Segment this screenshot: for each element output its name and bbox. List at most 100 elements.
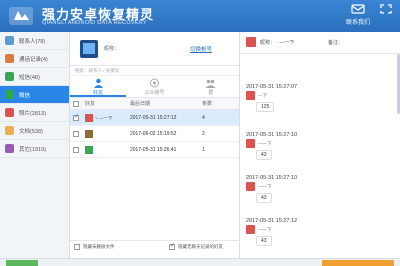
avatar bbox=[85, 145, 93, 154]
sidebar-item-call-log[interactable]: 通话记录(4) bbox=[0, 50, 69, 68]
title-bar: 强力安卓恢复精灵 QIANGLI ANDROID DATA RECOVERY 联… bbox=[0, 0, 400, 32]
fullscreen-icon bbox=[380, 4, 392, 14]
message-bubble: 43 bbox=[256, 150, 272, 160]
account-name: 昵称： bbox=[104, 46, 120, 52]
app-window: 强力安卓恢复精灵 QIANGLI ANDROID DATA RECOVERY 联… bbox=[0, 0, 400, 266]
last-date-cell: 2017-05-31 15:27:12 bbox=[130, 114, 177, 121]
chat-message: 2017-05-31 15:27:10 —一下 43 bbox=[240, 132, 400, 160]
category-sidebar: 联系人(78) 通话记录(4) 短信(48) 微信 照片(2813) 文档(53… bbox=[0, 32, 70, 266]
chat-message: 2017-05-31 15:27:10 —一下 43 bbox=[240, 175, 400, 203]
app-logo-icon bbox=[9, 7, 33, 25]
chat-message: 2017-05-31 15:27:12 —一下 43 bbox=[240, 218, 400, 246]
sidebar-item-label: 文档(538) bbox=[19, 128, 43, 135]
phone-icon bbox=[80, 40, 98, 58]
column-header-friend: 好友 bbox=[85, 101, 96, 107]
contact-us-label: 联系我们 bbox=[345, 20, 370, 26]
tab-groups[interactable]: 群 bbox=[183, 76, 239, 97]
message-bubble: 125 bbox=[256, 102, 275, 112]
count-cell: 1 bbox=[202, 146, 205, 153]
tab-label: 好友 bbox=[93, 90, 104, 96]
remark-label: 备注： bbox=[328, 40, 344, 46]
sidebar-item-documents[interactable]: 文档(538) bbox=[0, 122, 69, 140]
sender-name: —一下 bbox=[258, 227, 272, 232]
friend-tabs: 好友 公众账号 群 bbox=[70, 76, 239, 98]
hide-deleted-option[interactable]: 隐藏未删除文件 bbox=[70, 243, 165, 250]
last-date-cell: 2017-05-31 15:26:41 bbox=[130, 146, 177, 153]
friend-list-pane: 昵称： 切换帐号 搜索：联系人 / 关键词 好友 公众账号 群 好友 最后日期 … bbox=[70, 32, 240, 266]
avatar bbox=[246, 37, 256, 47]
avatar bbox=[85, 129, 93, 138]
avatar bbox=[85, 113, 93, 122]
bottom-action-bar bbox=[0, 258, 400, 266]
fullscreen-button[interactable] bbox=[372, 3, 400, 29]
avatar bbox=[246, 91, 255, 100]
sender-name: —下 bbox=[258, 93, 267, 98]
hide-no-chat-label: 隐藏无聊天记录的好友 bbox=[178, 243, 223, 249]
sidebar-item-label: 微信 bbox=[19, 92, 31, 99]
sidebar-item-photos[interactable]: 照片(2813) bbox=[0, 104, 69, 122]
table-row[interactable]: 2017-05-31 15:26:41 1 bbox=[70, 142, 239, 158]
message-bubble: 43 bbox=[256, 236, 272, 246]
chat-message: 2017-05-31 15:27:07 —下 125 bbox=[240, 84, 400, 112]
hide-no-chat-option[interactable]: 隐藏无聊天记录的好友 bbox=[165, 242, 223, 250]
search-input[interactable]: 搜索：联系人 / 关键词 bbox=[70, 66, 239, 76]
table-row[interactable]: ~ —一下 2017-05-31 15:27:12 4 bbox=[70, 110, 239, 126]
sender-name: —一下 bbox=[258, 184, 272, 189]
sidebar-item-other[interactable]: 其它(1919) bbox=[0, 140, 69, 158]
sidebar-item-label: 通话记录(4) bbox=[19, 56, 48, 63]
tab-friends[interactable]: 好友 bbox=[70, 76, 127, 97]
column-header-last-date: 最后日期 bbox=[130, 101, 151, 107]
contacts-icon bbox=[5, 36, 14, 45]
tab-official-accounts[interactable]: 公众账号 bbox=[126, 76, 182, 97]
avatar bbox=[246, 182, 255, 191]
official-account-icon bbox=[149, 78, 159, 88]
message-bubble: 43 bbox=[256, 193, 272, 203]
friend-name: ~ —一下 bbox=[95, 114, 113, 120]
count-cell: 2 bbox=[202, 130, 205, 137]
nickname-field: 昵称： · —一下 bbox=[260, 39, 294, 46]
sidebar-item-wechat[interactable]: 微信 bbox=[0, 86, 69, 104]
count-cell: 4 bbox=[202, 114, 205, 121]
contact-info-bar: 昵称： · —一下 备注： bbox=[240, 32, 400, 54]
avatar bbox=[246, 139, 255, 148]
row-checkbox[interactable] bbox=[73, 146, 79, 153]
chat-detail-pane: 昵称： · —一下 备注： 2017-05-31 15:27:07 —下 125… bbox=[240, 32, 400, 266]
nickname-value: · —一下 bbox=[276, 40, 295, 46]
group-icon bbox=[205, 79, 216, 88]
sidebar-item-sms[interactable]: 短信(48) bbox=[0, 68, 69, 86]
other-icon bbox=[5, 144, 14, 153]
back-button[interactable] bbox=[6, 260, 38, 266]
sms-icon bbox=[5, 72, 14, 81]
nickname-label: 昵称： bbox=[260, 40, 276, 46]
row-checkbox[interactable] bbox=[73, 113, 79, 121]
table-row[interactable]: 2017-06-02 15:19:52 2 bbox=[70, 126, 239, 142]
hide-deleted-checkbox[interactable] bbox=[74, 243, 80, 250]
switch-account-link[interactable]: 切换帐号 bbox=[190, 45, 212, 53]
photos-icon bbox=[5, 108, 14, 117]
sidebar-item-label: 其它(1919) bbox=[19, 146, 46, 153]
sidebar-item-contacts[interactable]: 联系人(78) bbox=[0, 32, 69, 50]
account-header: 昵称： 切换帐号 bbox=[70, 32, 239, 66]
tab-label: 公众账号 bbox=[144, 90, 165, 96]
column-header-count: 条数 bbox=[202, 101, 213, 107]
avatar bbox=[246, 225, 255, 234]
wechat-icon bbox=[5, 90, 14, 99]
friend-icon bbox=[93, 78, 103, 88]
tab-label: 群 bbox=[208, 90, 214, 96]
contact-icon bbox=[351, 4, 365, 14]
app-subtitle: QIANGLI ANDROID DATA RECOVERY bbox=[42, 20, 147, 26]
sender-name: —一下 bbox=[258, 141, 272, 146]
call-log-icon bbox=[5, 54, 14, 63]
select-all-checkbox[interactable] bbox=[73, 100, 79, 107]
row-checkbox[interactable] bbox=[73, 130, 79, 137]
documents-icon bbox=[5, 126, 14, 135]
sidebar-item-label: 联系人(78) bbox=[19, 38, 46, 45]
list-filter-bar: 隐藏未删除文件 隐藏无聊天记录的好友 bbox=[70, 240, 240, 252]
sidebar-item-label: 照片(2813) bbox=[19, 110, 46, 117]
recover-button[interactable] bbox=[322, 260, 394, 266]
sidebar-item-label: 短信(48) bbox=[19, 74, 40, 81]
hide-no-chat-checkbox[interactable] bbox=[169, 242, 175, 250]
table-header: 好友 最后日期 条数 bbox=[70, 98, 239, 110]
hide-deleted-label: 隐藏未删除文件 bbox=[83, 243, 115, 249]
last-date-cell: 2017-06-02 15:19:52 bbox=[130, 130, 177, 137]
